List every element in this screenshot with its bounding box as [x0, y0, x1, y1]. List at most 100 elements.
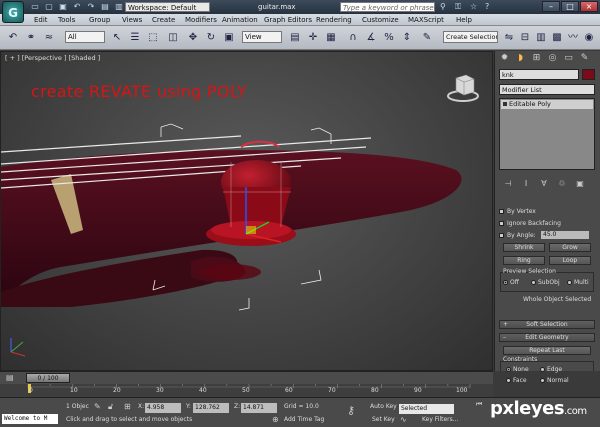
goto-start-icon[interactable]: ⏮	[476, 400, 482, 409]
selection-region-icon[interactable]: ⬚	[146, 31, 160, 45]
time-slider[interactable]: ▤ 0 / 100	[0, 371, 493, 384]
z-coordinate-field[interactable]: 14.871	[241, 403, 277, 413]
layer-manager-icon[interactable]: ▥	[534, 31, 548, 45]
selection-filter-dropdown[interactable]: All	[65, 31, 105, 43]
display-tab-icon[interactable]: ▭	[562, 53, 575, 64]
remove-modifier-icon[interactable]: ♲	[557, 179, 567, 189]
menu-animation[interactable]: Animation	[222, 14, 258, 26]
window-crossing-icon[interactable]: ◫	[166, 31, 180, 45]
star-icon[interactable]: ☆	[470, 2, 480, 12]
menu-maxscript[interactable]: MAXScript	[408, 14, 444, 26]
menu-graph-editors[interactable]: Graph Editors	[264, 14, 312, 26]
auto-key-button[interactable]: Auto Key	[370, 402, 397, 412]
menu-help[interactable]: Help	[456, 14, 472, 26]
viewport-label[interactable]: [ + ] [Perspective ] [Shaded ]	[5, 54, 100, 62]
bind-space-warp-icon[interactable]: ≈	[42, 31, 56, 45]
selection-set-dropdown[interactable]: Selected	[399, 404, 454, 414]
select-and-move-icon[interactable]: ✥	[186, 31, 200, 45]
key-icon[interactable]: ⚿	[455, 2, 465, 12]
key-mode-icon[interactable]: ∿	[400, 415, 407, 425]
maxscript-listener[interactable]: Welcome to M	[2, 414, 58, 424]
menu-tools[interactable]: Tools	[58, 14, 75, 26]
ring-button[interactable]: Ring	[503, 256, 545, 265]
by-vertex-checkbox[interactable]: By Vertex	[499, 208, 536, 215]
select-object-icon[interactable]: ↖	[110, 31, 124, 45]
set-key-button[interactable]: Set Key	[372, 415, 395, 425]
absolute-mode-icon[interactable]: ⊞	[124, 402, 131, 412]
ignore-backfacing-checkbox[interactable]: Ignore Backfacing	[499, 220, 561, 227]
new-file-icon[interactable]: ▭	[30, 2, 40, 12]
mini-curve-editor-icon[interactable]: ▤	[6, 373, 14, 383]
repeat-last-button[interactable]: Repeat Last	[503, 346, 591, 355]
loop-button[interactable]: Loop	[549, 256, 591, 265]
menu-modifiers[interactable]: Modifiers	[185, 14, 217, 26]
named-selection-icon[interactable]: ✎	[420, 31, 434, 45]
workspace-dropdown[interactable]: Workspace: Default	[125, 2, 210, 12]
modifier-stack[interactable]: Editable Poly	[499, 98, 595, 170]
graphite-tools-icon[interactable]: ▩	[550, 31, 564, 45]
percent-snap-icon[interactable]: %	[382, 31, 396, 45]
shrink-button[interactable]: Shrink	[503, 243, 545, 252]
snap-toggle-icon[interactable]: ∩	[346, 31, 360, 45]
close-icon[interactable]: ×	[580, 1, 598, 12]
menu-group[interactable]: Group	[89, 14, 110, 26]
perspective-viewport[interactable]: [ + ] [Perspective ] [Shaded ] create RE…	[0, 51, 493, 371]
preview-multi-radio[interactable]: Multi	[567, 279, 589, 286]
angle-spinner[interactable]: 45.0	[541, 231, 589, 239]
project-folder-icon[interactable]: ▥	[114, 2, 124, 12]
key-icon[interactable]: ⚷	[347, 405, 355, 416]
search-icon[interactable]: ⚲	[440, 2, 450, 12]
menu-customize[interactable]: Customize	[362, 14, 399, 26]
soft-selection-rollout[interactable]: + Soft Selection	[499, 320, 595, 329]
undo-icon[interactable]: ↶	[6, 31, 20, 45]
object-name-field[interactable]: knk	[499, 69, 579, 80]
help-icon[interactable]: ?	[485, 2, 495, 12]
angle-snap-icon[interactable]: ∡	[364, 31, 378, 45]
reference-coordinate-dropdown[interactable]: View	[242, 31, 282, 43]
app-logo-icon[interactable]: G	[2, 1, 24, 23]
hold-icon[interactable]: ▤	[100, 2, 110, 12]
time-tag-icon[interactable]: ⊕	[272, 415, 279, 425]
isolate-icon[interactable]: ✎	[94, 402, 101, 412]
create-tab-icon[interactable]: ✹	[498, 53, 511, 64]
add-time-tag[interactable]: Add Time Tag	[284, 415, 324, 425]
redo-icon[interactable]: ↷	[86, 2, 96, 12]
open-file-icon[interactable]: ▢	[44, 2, 54, 12]
select-and-manipulate-icon[interactable]: ✛	[306, 31, 320, 45]
undo-icon[interactable]: ↶	[72, 2, 82, 12]
align-icon[interactable]: ⊟	[518, 31, 532, 45]
object-color-swatch[interactable]	[582, 69, 595, 80]
constraint-face-radio[interactable]: Face	[506, 377, 527, 384]
motion-tab-icon[interactable]: ◎	[546, 53, 559, 64]
preview-subobj-radio[interactable]: SubObj	[531, 279, 560, 286]
save-file-icon[interactable]: ▣	[58, 2, 68, 12]
utilities-tab-icon[interactable]: ✎	[578, 53, 591, 64]
viewcube-icon[interactable]	[446, 70, 481, 105]
maximize-icon[interactable]: □	[561, 1, 579, 12]
search-input[interactable]: Type a keyword or phrase	[340, 2, 435, 12]
select-by-name-icon[interactable]: ☰	[128, 31, 142, 45]
configure-sets-icon[interactable]: ▣	[575, 179, 585, 189]
preview-off-radio[interactable]: Off	[503, 279, 519, 286]
keyboard-shortcut-icon[interactable]: ▦	[324, 31, 338, 45]
modify-tab-icon[interactable]: ◗	[514, 53, 527, 64]
grow-button[interactable]: Grow	[549, 243, 591, 252]
spinner-snap-icon[interactable]: ⇕	[400, 31, 414, 45]
make-unique-icon[interactable]: ∀	[539, 179, 549, 189]
lock-selection-icon[interactable]: 🔓︎	[108, 402, 113, 412]
time-slider-handle[interactable]: 0 / 100	[26, 373, 70, 383]
menu-views[interactable]: Views	[122, 14, 142, 26]
stack-item-editable-poly[interactable]: Editable Poly	[501, 100, 593, 109]
pivot-center-icon[interactable]: ▤	[288, 31, 302, 45]
minimize-icon[interactable]: –	[542, 1, 560, 12]
edit-geometry-rollout[interactable]: – Edit Geometry	[499, 333, 595, 342]
material-editor-icon[interactable]: ◉	[582, 31, 596, 45]
select-link-icon[interactable]: ⚭	[24, 31, 38, 45]
select-and-scale-icon[interactable]: ▣	[222, 31, 236, 45]
create-selection-set-dropdown[interactable]: Create Selection S...	[443, 31, 498, 43]
show-end-result-icon[interactable]: Ⅰ	[521, 179, 531, 189]
menu-edit[interactable]: Edit	[34, 14, 48, 26]
by-angle-checkbox[interactable]: By Angle:	[499, 232, 536, 239]
curve-editor-icon[interactable]: 〰	[566, 31, 580, 45]
hierarchy-tab-icon[interactable]: ⊞	[530, 53, 543, 64]
